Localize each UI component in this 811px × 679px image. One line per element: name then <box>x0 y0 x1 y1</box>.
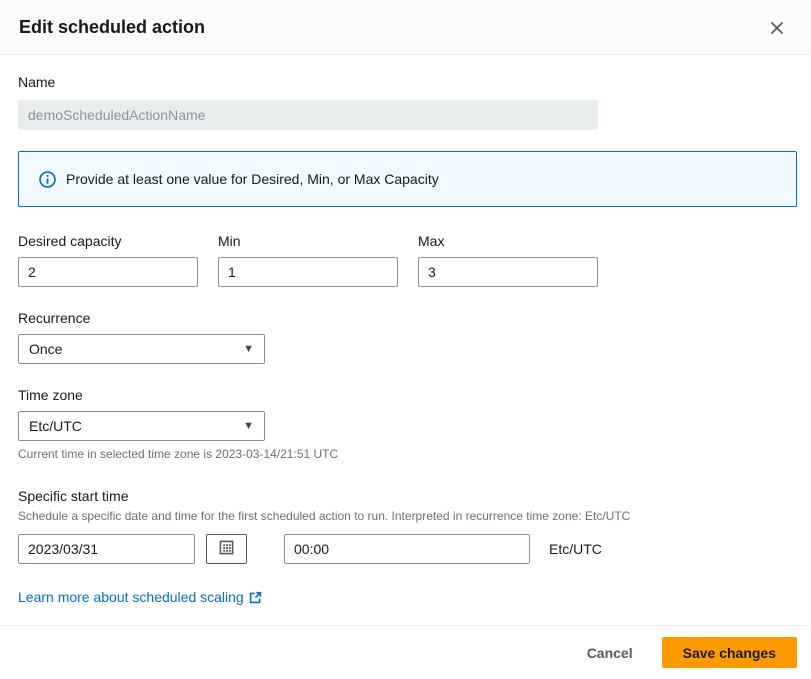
close-button[interactable] <box>763 18 791 38</box>
learn-more-link[interactable]: Learn more about scheduled scaling <box>18 589 262 605</box>
min-capacity-group: Min <box>218 232 398 287</box>
name-input <box>18 100 598 130</box>
save-changes-button[interactable]: Save changes <box>662 637 797 668</box>
max-input[interactable] <box>418 257 598 287</box>
close-x-icon <box>769 20 785 36</box>
name-field-group: Name <box>18 73 793 130</box>
cancel-button[interactable]: Cancel <box>585 639 635 667</box>
capacity-row: Desired capacity Min Max <box>18 232 793 287</box>
desired-capacity-group: Desired capacity <box>18 232 198 287</box>
max-capacity-group: Max <box>418 232 598 287</box>
calendar-icon <box>219 540 234 558</box>
modal-header: Edit scheduled action <box>0 0 811 55</box>
info-alert-text: Provide at least one value for Desired, … <box>66 171 439 187</box>
min-label: Min <box>218 232 398 251</box>
desired-capacity-input[interactable] <box>18 257 198 287</box>
info-alert: Provide at least one value for Desired, … <box>18 151 797 207</box>
start-date-input[interactable] <box>18 534 195 564</box>
learn-more-link-label: Learn more about scheduled scaling <box>18 589 244 605</box>
recurrence-selected-value: Once <box>29 341 62 357</box>
max-label: Max <box>418 232 598 251</box>
chevron-down-icon: ▼ <box>243 344 254 355</box>
modal-footer: Cancel Save changes <box>0 625 811 679</box>
calendar-picker-button[interactable] <box>206 534 247 564</box>
modal-body: Name Provide at least one value for Desi… <box>0 55 811 625</box>
desired-capacity-label: Desired capacity <box>18 232 198 251</box>
info-circle-icon <box>39 171 56 188</box>
name-label: Name <box>18 73 793 92</box>
external-link-icon <box>249 591 262 604</box>
start-time-label: Specific start time <box>18 487 793 506</box>
timezone-label: Time zone <box>18 386 793 405</box>
start-time-section: Specific start time Schedule a specific … <box>18 487 793 564</box>
timezone-group: Time zone Etc/UTC ▼ Current time in sele… <box>18 386 793 462</box>
modal-title: Edit scheduled action <box>19 17 205 38</box>
recurrence-select[interactable]: Once ▼ <box>18 334 265 364</box>
chevron-down-icon: ▼ <box>243 421 254 432</box>
recurrence-label: Recurrence <box>18 309 793 328</box>
recurrence-group: Recurrence Once ▼ <box>18 309 793 364</box>
min-input[interactable] <box>218 257 398 287</box>
timezone-selected-value: Etc/UTC <box>29 418 82 434</box>
timezone-select[interactable]: Etc/UTC ▼ <box>18 411 265 441</box>
start-time-description: Schedule a specific date and time for th… <box>18 509 793 524</box>
start-time-input[interactable] <box>284 534 530 564</box>
timezone-helper-text: Current time in selected time zone is 20… <box>18 447 793 462</box>
start-time-timezone-text: Etc/UTC <box>549 541 602 557</box>
